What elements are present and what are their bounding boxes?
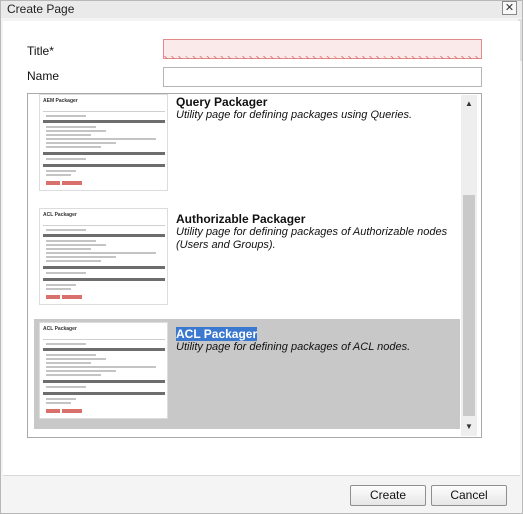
footer-divider xyxy=(3,475,520,476)
title-invalid-indicator xyxy=(164,56,481,59)
title-label: Title* xyxy=(27,44,54,58)
dialog-title: Create Page xyxy=(7,2,75,16)
scroll-up-arrow-icon[interactable]: ▲ xyxy=(461,97,477,111)
template-thumbnail: ACL Packager xyxy=(39,208,168,305)
template-description: Utility page for defining packages of AC… xyxy=(176,341,411,353)
template-description: Utility page for defining packages using… xyxy=(176,109,413,121)
template-title: Authorizable Packager xyxy=(176,212,306,226)
name-label: Name xyxy=(27,69,60,83)
template-list: AEM Packager Query Packager Utility page… xyxy=(27,93,482,438)
close-icon[interactable]: ✕ xyxy=(502,1,517,15)
template-thumbnail: AEM Packager xyxy=(39,94,168,191)
template-title: Query Packager xyxy=(176,95,268,109)
template-thumbnail: ACL Packager xyxy=(39,322,168,419)
create-page-dialog: Create Page ✕ Title* Name AEM Packager Q… xyxy=(0,0,523,514)
name-input[interactable] xyxy=(163,67,482,87)
template-item-acl-packager[interactable]: ACL Packager ACL Packager Utility page f… xyxy=(34,319,460,429)
template-title: ACL Packager xyxy=(176,327,258,341)
list-scrollbar[interactable]: ▲ ▼ xyxy=(461,95,477,436)
dialog-titlebar[interactable]: Create Page ✕ xyxy=(1,1,522,18)
scroll-down-arrow-icon[interactable]: ▼ xyxy=(461,420,477,434)
cancel-button[interactable]: Cancel xyxy=(431,485,507,506)
create-button[interactable]: Create xyxy=(350,485,426,506)
template-item-query-packager[interactable]: AEM Packager Query Packager Utility page… xyxy=(34,94,460,201)
template-description: Utility page for defining packages of Au… xyxy=(176,226,448,251)
scrollbar-thumb[interactable] xyxy=(463,195,475,416)
template-item-authorizable-packager[interactable]: ACL Packager Authorizable Packager Utili… xyxy=(34,205,460,315)
